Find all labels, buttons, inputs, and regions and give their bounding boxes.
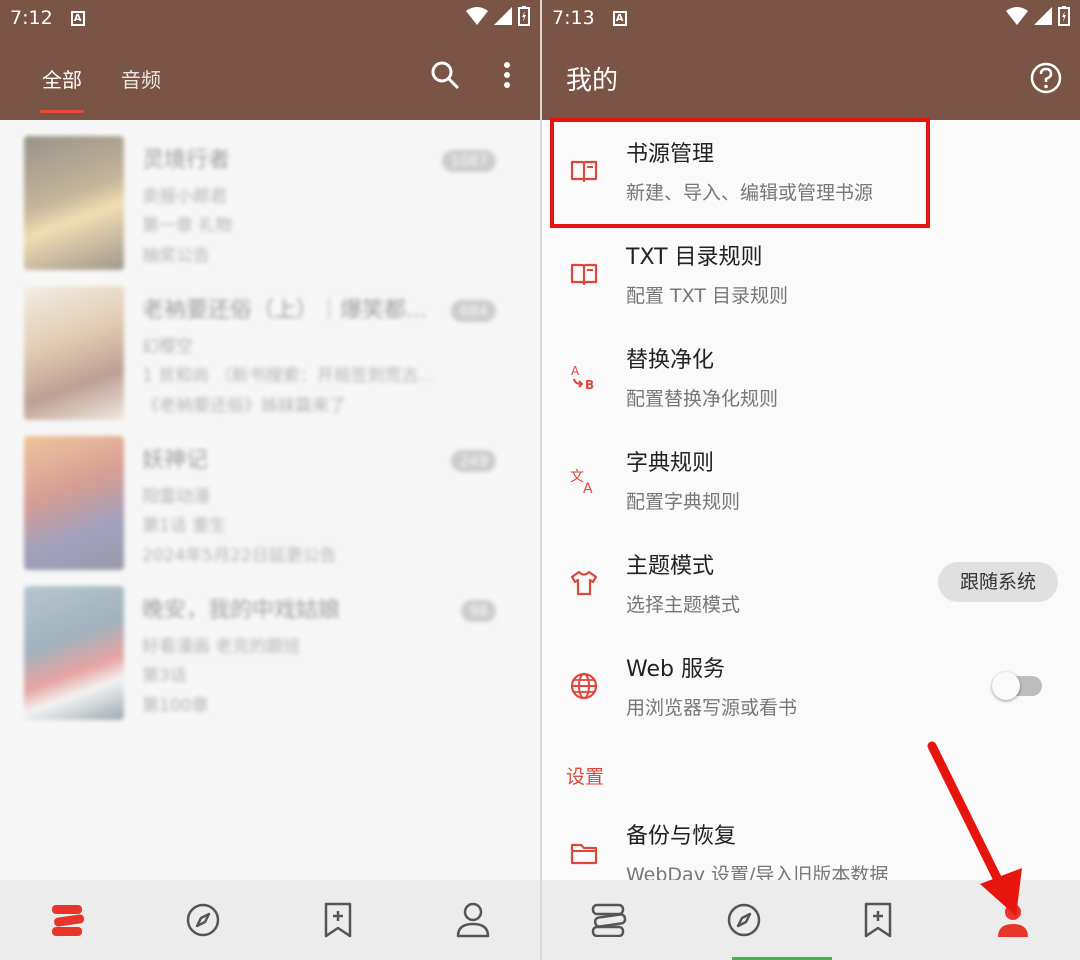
- book-chapter: 1 贫和尚 （新书搜索：开局签到荒古...: [142, 366, 435, 386]
- bookshelf-screen: 7:12 A 全部 音频 灵境行者 卖报小郎君 第一章 礼物 抽奖公告 1087…: [0, 0, 540, 960]
- book-title: 灵境行者: [142, 148, 231, 173]
- menu-title: 字典规则: [626, 451, 715, 476]
- bookmark-add-icon: [324, 902, 351, 938]
- nav-my[interactable]: [453, 900, 493, 940]
- menu-subtitle: 用浏览器写源或看书: [626, 697, 798, 719]
- my-screen: 7:13 A 我的 书源管理 新建、导入、编辑或管理书源 TXT 目录规则 配置…: [542, 0, 1080, 960]
- nav-rss[interactable]: [858, 900, 898, 940]
- red-arrow-annotation: [927, 741, 1022, 916]
- signal-icon: [494, 7, 512, 25]
- menu-title: Web 服务: [626, 657, 725, 682]
- unread-count-badge: 1087: [441, 150, 496, 172]
- status-time: 7:12: [10, 7, 53, 29]
- app-bar: 全部 音频: [0, 36, 540, 120]
- book-list: 灵境行者 卖报小郎君 第一章 礼物 抽奖公告 1087 老衲要还俗（上）｜爆笑都…: [0, 122, 540, 722]
- svg-text:A: A: [583, 481, 593, 494]
- nav-bookshelf[interactable]: [48, 900, 88, 940]
- notification-a-icon: A: [70, 10, 85, 26]
- book-author: 幻樱空: [142, 337, 193, 357]
- bookshelf-icon: [51, 905, 84, 936]
- menu-title: 主题模式: [626, 554, 715, 579]
- book-title: 妖神记: [142, 448, 209, 473]
- book-chapter: 第3话: [142, 666, 187, 686]
- menu-title: 替换净化: [626, 348, 715, 373]
- book-chapter: 第1话 重生: [142, 516, 227, 536]
- book-chapter: 第一章 礼物: [142, 216, 233, 236]
- book-title: 晚安，我的中戏姑娘: [142, 598, 341, 623]
- menu-subtitle: 配置 TXT 目录规则: [626, 285, 788, 307]
- unread-count-badge: 98: [460, 600, 496, 622]
- menu-dictionary-rules[interactable]: 文A 字典规则 配置字典规则: [542, 429, 1080, 532]
- wifi-icon: [466, 7, 488, 25]
- book-item[interactable]: 灵境行者 卖报小郎君 第一章 礼物 抽奖公告 1087: [0, 122, 540, 272]
- book-author: 好看漫画 老克的跟班: [142, 637, 301, 657]
- nav-rss[interactable]: [318, 900, 358, 940]
- shirt-icon: [570, 570, 598, 596]
- help-icon[interactable]: [1030, 62, 1062, 94]
- book-author: 阳雷动漫: [142, 487, 210, 507]
- menu-txt-toc-rules[interactable]: TXT 目录规则 配置 TXT 目录规则: [542, 223, 1080, 326]
- svg-text:B: B: [585, 378, 594, 391]
- book-author: 卖报小郎君: [142, 187, 227, 207]
- translate-icon: 文A: [570, 469, 593, 494]
- book-title: 老衲要还俗（上）｜爆笑都...: [142, 298, 427, 323]
- globe-icon: [570, 672, 598, 700]
- battery-icon: [1058, 6, 1070, 26]
- menu-subtitle: 选择主题模式: [626, 594, 741, 616]
- folder-icon: [570, 843, 598, 865]
- web-service-switch[interactable]: [992, 672, 1020, 700]
- book-cover: [24, 286, 124, 420]
- nav-discover[interactable]: [724, 900, 764, 940]
- book-cover: [24, 436, 124, 570]
- book-item[interactable]: 晚安，我的中戏姑娘 好看漫画 老克的跟班 第3话 第100章 98: [0, 572, 540, 722]
- theme-mode-value[interactable]: 跟随系统: [938, 562, 1058, 602]
- tab-indicator: [40, 110, 84, 113]
- book-latest: 《老衲要还俗》姊妹篇来了: [142, 396, 346, 416]
- book-cover: [24, 136, 124, 270]
- book-item[interactable]: 老衲要还俗（上）｜爆笑都... 幻樱空 1 贫和尚 （新书搜索：开局签到荒古..…: [0, 272, 540, 422]
- tab-audio[interactable]: 音频: [121, 64, 161, 93]
- battery-icon: [518, 6, 530, 26]
- page-title: 我的: [566, 66, 619, 96]
- compass-icon: [186, 903, 219, 937]
- status-bar: 7:13 A: [542, 0, 1080, 36]
- nav-discover[interactable]: [183, 900, 223, 940]
- book-cover: [24, 586, 124, 720]
- bottom-navigation: [0, 880, 540, 960]
- book-item[interactable]: 妖神记 阳雷动漫 第1话 重生 2024年5月22日延更公告 249: [0, 422, 540, 572]
- menu-replace-rules[interactable]: AB 替换净化 配置替换净化规则: [542, 326, 1080, 429]
- svg-text:A: A: [571, 364, 580, 378]
- book-latest: 第100章: [142, 696, 209, 716]
- replace-ab-icon: AB: [571, 364, 594, 391]
- book-open-icon: [570, 263, 598, 286]
- status-bar: 7:12 A: [0, 0, 540, 36]
- unread-count-badge: 684: [451, 300, 496, 322]
- app-bar: 我的: [542, 36, 1080, 120]
- bookshelf-icon: [592, 903, 627, 937]
- menu-subtitle: 配置字典规则: [626, 491, 741, 513]
- svg-text:文: 文: [570, 469, 584, 485]
- nav-bookshelf[interactable]: [589, 900, 629, 940]
- status-time: 7:13: [552, 7, 595, 29]
- bookmark-add-icon: [865, 902, 892, 938]
- more-options-icon[interactable]: [500, 60, 514, 90]
- compass-icon: [727, 903, 760, 937]
- menu-title: 备份与恢复: [626, 824, 737, 849]
- book-latest: 抽奖公告: [142, 246, 210, 266]
- book-latest: 2024年5月22日延更公告: [142, 546, 337, 566]
- unread-count-badge: 249: [451, 450, 496, 472]
- highlight-box: [550, 118, 930, 228]
- menu-title: TXT 目录规则: [626, 245, 763, 270]
- signal-icon: [1034, 7, 1052, 25]
- person-icon: [456, 902, 489, 938]
- wifi-icon: [1006, 7, 1028, 25]
- notification-a-icon: A: [612, 10, 627, 26]
- section-settings-label: 设置: [566, 766, 605, 788]
- tab-all[interactable]: 全部: [42, 64, 82, 93]
- menu-subtitle: 配置替换净化规则: [626, 388, 779, 410]
- search-icon[interactable]: [430, 60, 460, 90]
